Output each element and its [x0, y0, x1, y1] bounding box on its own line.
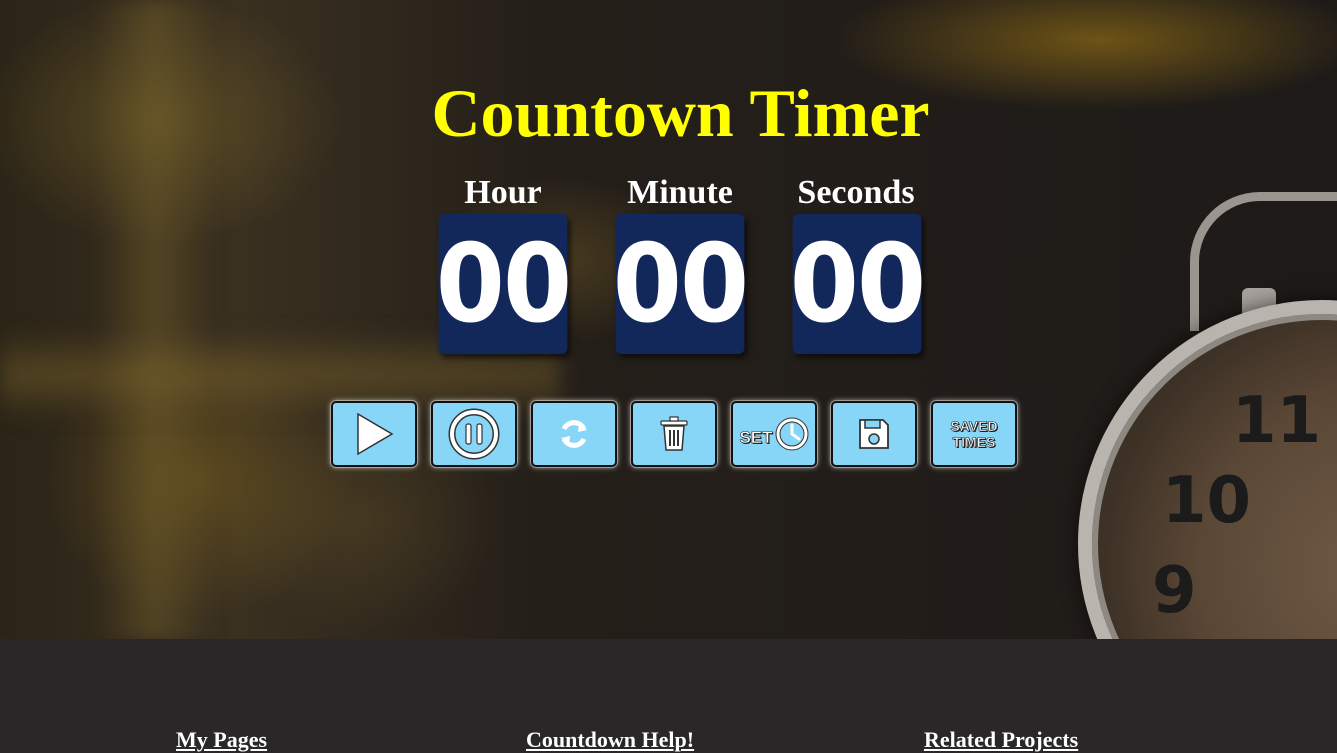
save-button[interactable] [831, 401, 917, 467]
floppy-disk-icon [859, 419, 889, 449]
seconds-label: Seconds [797, 174, 915, 211]
minute-label: Minute [627, 174, 733, 211]
delete-button[interactable] [631, 401, 717, 467]
trash-icon [660, 416, 688, 451]
play-button[interactable] [331, 401, 417, 467]
seconds-display: 00 [790, 214, 926, 354]
clock-number-10: 10 [1162, 464, 1252, 538]
set-label: SET [739, 428, 773, 448]
clock-number-11: 11 [1232, 384, 1322, 458]
pause-button[interactable] [431, 401, 517, 467]
saved-times-label-line2: TIMES [952, 434, 996, 451]
reset-button[interactable] [531, 401, 617, 467]
saved-times-button[interactable]: SAVED TIMES [931, 401, 1017, 467]
pause-icon [448, 408, 500, 460]
footer-link-countdown-help[interactable]: Countdown Help! [526, 727, 694, 753]
hour-display: 00 [436, 214, 572, 354]
clock-icon [775, 417, 809, 451]
saved-times-label-line1: SAVED [950, 418, 998, 435]
hero-background: 11 10 9 Countown Timer Hour Minute Secon… [0, 0, 1337, 639]
set-time-button[interactable]: SET [731, 401, 817, 467]
hour-label: Hour [464, 174, 542, 211]
minute-display: 00 [613, 214, 749, 354]
clock-number-9: 9 [1152, 554, 1197, 628]
refresh-icon [561, 420, 587, 448]
page-title: Countown Timer [431, 75, 930, 151]
background-clock-image: 11 10 9 [1078, 300, 1337, 639]
footer-link-my-pages[interactable]: My Pages [176, 727, 267, 753]
footer-link-related-projects[interactable]: Related Projects [924, 727, 1078, 753]
play-icon [357, 412, 394, 456]
